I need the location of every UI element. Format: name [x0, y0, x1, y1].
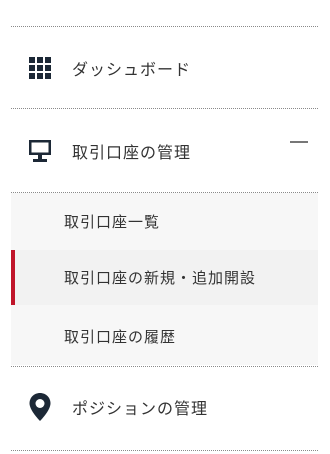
submenu-item-account-history[interactable]: 取引口座の履歴 — [11, 308, 318, 364]
grid-icon — [27, 55, 53, 81]
side-menu: ダッシュボード 取引口座の管理 取引口座一覧 取引口座の新規・追加開設 取引口座… — [0, 0, 330, 454]
divider — [11, 108, 318, 109]
submenu-item-label: 取引口座一覧 — [64, 212, 161, 231]
submenu-item-label: 取引口座の履歴 — [64, 327, 177, 346]
menu-item-label: ポジションの管理 — [72, 399, 209, 418]
collapse-icon[interactable] — [290, 141, 308, 143]
submenu-item-label: 取引口座の新規・追加開設 — [64, 269, 257, 287]
monitor-icon — [27, 138, 53, 164]
divider — [11, 26, 318, 27]
divider — [11, 450, 318, 451]
divider — [11, 366, 318, 367]
menu-item-account-management[interactable]: 取引口座の管理 — [11, 122, 318, 180]
submenu-item-account-list[interactable]: 取引口座一覧 — [11, 193, 318, 249]
map-pin-icon — [27, 393, 53, 421]
menu-item-label: 取引口座の管理 — [72, 143, 192, 162]
menu-item-dashboard[interactable]: ダッシュボード — [11, 40, 318, 96]
menu-item-positions[interactable]: ポジションの管理 — [11, 378, 318, 436]
submenu-item-new-account[interactable]: 取引口座の新規・追加開設 — [11, 250, 318, 305]
menu-item-label: ダッシュボード — [72, 60, 192, 79]
